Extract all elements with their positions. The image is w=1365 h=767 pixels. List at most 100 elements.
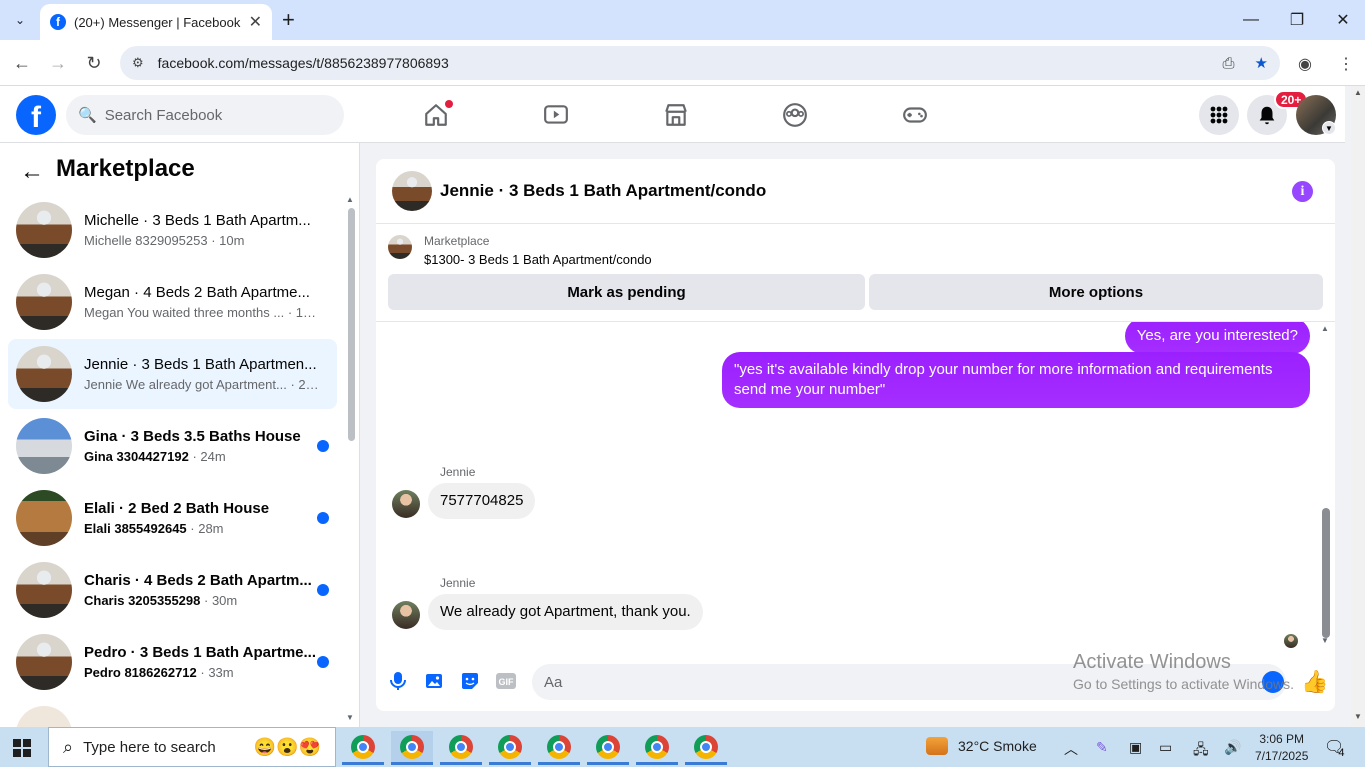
preview-text: Jennie We already got Apartment...	[84, 377, 287, 392]
bookmark-star-icon[interactable]: ★	[1255, 54, 1268, 72]
search-icon: 🔍	[78, 107, 97, 124]
conversation-item[interactable]: Megan · 4 Beds 2 Bath Apartme... Megan Yo…	[8, 267, 337, 337]
address-bar[interactable]: ⚙ facebook.com/messages/t/88562389778068…	[120, 46, 1280, 80]
chat-title[interactable]: Jennie · 3 Beds 1 Bath Apartment/condo	[440, 181, 766, 201]
chrome-taskbar-app[interactable]	[636, 731, 678, 765]
gaming-icon[interactable]	[897, 98, 933, 132]
conversation-item[interactable]: Charis · 4 Beds 2 Bath Apartm... Charis 3…	[8, 555, 337, 625]
conversation-item[interactable]: Pedro · 3 Beds 1 Bath Apartme... Pedro 81…	[8, 627, 337, 697]
site-info-icon[interactable]: ⚙	[132, 55, 144, 71]
mark-pending-button[interactable]: Mark as pending	[388, 274, 865, 310]
scroll-down-icon[interactable]: ▼	[346, 713, 354, 722]
install-app-icon[interactable]: ⎙	[1223, 55, 1235, 72]
thumbs-up-icon[interactable]: 👍	[1301, 669, 1328, 695]
groups-icon[interactable]	[777, 98, 813, 132]
back-arrow-icon[interactable]: ←	[20, 158, 44, 186]
unread-dot	[317, 512, 329, 524]
message-input-placeholder: Aa	[544, 673, 563, 691]
conversation-preview: Megan You waited three months ... · 15m	[84, 305, 319, 320]
outgoing-message[interactable]: Yes, are you interested?	[1124, 322, 1310, 354]
close-tab-icon[interactable]: ✕	[249, 12, 262, 32]
incoming-message[interactable]: We already got Apartment, thank you.	[428, 594, 703, 630]
incoming-message[interactable]: 7577704825	[428, 483, 536, 519]
unread-dot	[317, 440, 329, 452]
conversation-item[interactable]: Gina · 3 Beds 3.5 Baths House Gina 330442…	[8, 411, 337, 481]
chrome-icon	[694, 734, 718, 759]
menu-grid-button[interactable]	[1199, 95, 1239, 135]
chrome-taskbar-app[interactable]	[538, 731, 580, 765]
pen-icon[interactable]: ✎	[1096, 739, 1108, 756]
gif-icon[interactable]: GIF	[488, 663, 524, 699]
facebook-search-input[interactable]: 🔍 Search Facebook	[66, 95, 344, 135]
listing-title[interactable]: $1300- 3 Beds 1 Bath Apartment/condo	[424, 252, 652, 267]
outgoing-message[interactable]: "yes it's available kindly drop your num…	[722, 352, 1310, 408]
conversation-name: Jennie · 3 Beds 1 Bath Apartmen...	[84, 356, 317, 373]
chrome-menu-icon[interactable]: ⋮	[1338, 54, 1354, 74]
photo-icon[interactable]	[416, 663, 452, 699]
close-window-button[interactable]: ✕	[1320, 6, 1365, 34]
show-hidden-icons-icon[interactable]: ︿	[1064, 739, 1078, 759]
meet-now-icon[interactable]: ▣	[1129, 739, 1142, 756]
taskbar-search[interactable]: ⌕ Type here to search 😄😮😍	[48, 727, 336, 767]
facebook-logo[interactable]: f	[16, 95, 56, 135]
microphone-icon[interactable]	[380, 663, 416, 699]
chrome-taskbar-app[interactable]	[391, 731, 433, 765]
conversation-name: Charis · 4 Beds 2 Bath Apartm...	[84, 572, 312, 589]
tab-search-button[interactable]: ⌄	[8, 8, 32, 32]
windows-start-icon[interactable]	[13, 739, 31, 757]
restore-button[interactable]: ❐	[1274, 6, 1320, 34]
preview-time: · 24m	[192, 449, 226, 464]
listing-thumbnail[interactable]	[388, 235, 412, 259]
network-icon[interactable]: 🖧	[1193, 739, 1209, 763]
chrome-taskbar-app[interactable]	[342, 731, 384, 765]
url-text[interactable]: facebook.com/messages/t/8856238977806893	[158, 55, 1203, 71]
new-tab-button[interactable]: +	[282, 8, 295, 32]
listing-thumbnail	[16, 706, 72, 727]
chrome-taskbar-app[interactable]	[440, 731, 482, 765]
sender-avatar[interactable]	[392, 490, 420, 518]
message-scrollbar[interactable]: ▲ ▼	[1320, 324, 1332, 646]
scroll-up-icon[interactable]: ▲	[1354, 88, 1362, 97]
battery-icon[interactable]: ▭	[1159, 739, 1172, 756]
profile-icon[interactable]: ◉	[1298, 54, 1312, 74]
chat-avatar[interactable]	[392, 171, 432, 211]
scrollbar-thumb[interactable]	[1322, 508, 1330, 638]
chrome-taskbar-app[interactable]	[587, 731, 629, 765]
volume-icon[interactable]: 🔊	[1224, 739, 1241, 756]
page-scrollbar[interactable]: ▲ ▼	[1351, 86, 1365, 727]
clock-date: 7/17/2025	[1255, 749, 1309, 763]
conversation-preview: Michelle 8329095253 · 10m	[84, 233, 319, 248]
weather-widget[interactable]: 32°C Smoke	[926, 737, 1037, 755]
conversation-item[interactable]: Michelle · 3 Beds 1 Bath Apartm... Michel…	[8, 195, 337, 265]
video-icon[interactable]	[538, 98, 574, 132]
chrome-taskbar-app[interactable]	[489, 731, 531, 765]
preview-time: · 28m	[190, 521, 224, 536]
conversation-item[interactable]: kjhgb·3 Bed 3 Bath House	[8, 699, 337, 727]
marketplace-icon[interactable]	[658, 98, 694, 132]
scroll-up-icon[interactable]: ▲	[346, 195, 354, 204]
taskbar-clock[interactable]: 3:06 PM 7/17/2025	[1255, 731, 1308, 765]
scroll-down-icon[interactable]: ▼	[1321, 636, 1329, 645]
back-button[interactable]: ←	[9, 50, 35, 76]
sender-avatar[interactable]	[392, 601, 420, 629]
scrollbar-thumb[interactable]	[348, 208, 355, 441]
conversation-item[interactable]: Elali · 2 Bed 2 Bath House Elali 38554926…	[8, 483, 337, 553]
minimize-button[interactable]: —	[1228, 6, 1274, 34]
more-options-button[interactable]: More options	[869, 274, 1323, 310]
grid-icon	[1210, 106, 1228, 124]
sticker-icon[interactable]	[452, 663, 488, 699]
preview-time: · 33m	[200, 665, 234, 680]
browser-tab[interactable]: f (20+) Messenger | Facebook ✕	[40, 4, 272, 40]
reload-button[interactable]: ↻	[81, 50, 107, 76]
conversation-scrollbar[interactable]: ▲ ▼	[345, 195, 357, 725]
chrome-taskbar-app[interactable]	[685, 731, 727, 765]
conversation-item[interactable]: Jennie · 3 Beds 1 Bath Apartmen... Jennie…	[8, 339, 337, 409]
info-icon[interactable]: i	[1292, 181, 1313, 202]
chevron-down-icon[interactable]: ▼	[1322, 121, 1336, 135]
forward-button[interactable]: →	[45, 50, 71, 76]
search-icon: ⌕	[63, 736, 74, 757]
action-center-icon[interactable]: 🗨4	[1324, 737, 1350, 759]
scroll-down-icon[interactable]: ▼	[1354, 712, 1362, 721]
conversation-text: Jennie · 3 Beds 1 Bath Apartmen... Jennie…	[84, 356, 319, 392]
scroll-up-icon[interactable]: ▲	[1321, 324, 1329, 333]
